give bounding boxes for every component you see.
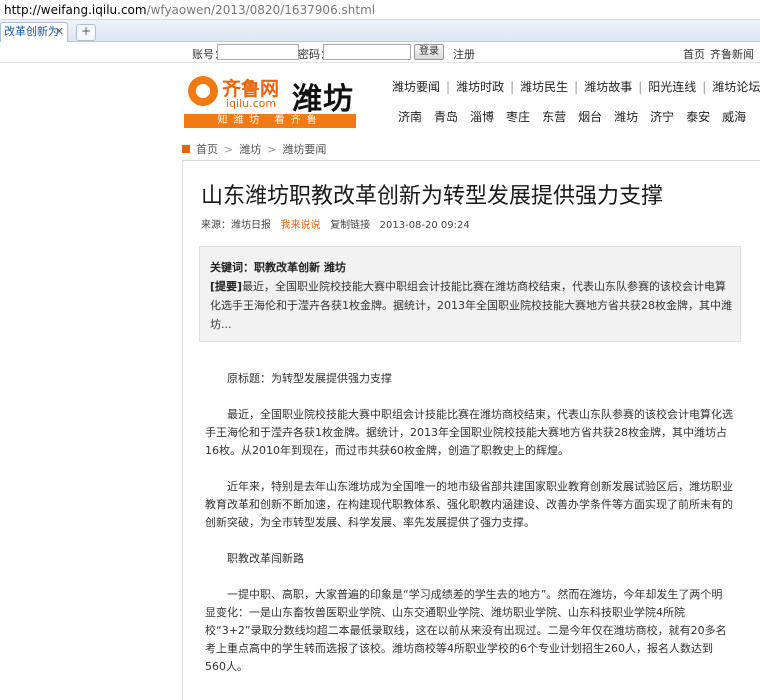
breadcrumb-home[interactable]: 首页 [196,143,218,156]
city-link[interactable]: 泰安 [686,110,710,124]
breadcrumb: 首页 > 潍坊 > 潍坊要闻 [182,142,760,161]
article-meta: 来源：潍坊日报 我来说说 复制链接 2013-08-20 09:24 [201,216,470,231]
breadcrumb-section[interactable]: 潍坊要闻 [282,143,326,156]
paragraph: 近年来，特别是去年山东潍坊成为全国唯一的地市级省部共建国家职业教育创新发展试验区… [205,480,733,529]
nav-item[interactable]: 潍坊时政 [456,80,504,94]
url-host: http://weifang.iqilu.com [4,3,147,17]
abstract: [提要]最近，全国职业院校技能大赛中职组会计技能比赛在潍坊商校结束，代表山东队参… [210,277,734,334]
city-link[interactable]: 烟台 [578,110,602,124]
account-input[interactable] [217,44,299,60]
tab-label: 改革创新为 [4,25,59,38]
paragraph: 一提中职、高职，大家普遍的印象是“学习成绩差的学生去的地方”。然而在潍坊，今年却… [205,588,727,673]
site-header: 齐鲁网 iqilu.com 潍坊 知潍坊 看齐鲁 潍坊要闻 | 潍坊时政 | 潍坊民生 |… [180,70,760,132]
nav-item[interactable]: 阳光连线 [648,80,696,94]
keywords: 关键词：职教改革创新 潍坊 [210,261,346,274]
breadcrumb-city[interactable]: 潍坊 [239,143,261,156]
copy-link-button[interactable]: 复制链接 [330,220,370,231]
close-icon[interactable]: ✕ [55,23,64,41]
nav-item[interactable]: 潍坊论坛 [712,80,760,94]
login-bar: 账号： 密码： 登录 注册 首页 齐鲁新闻 [0,42,760,63]
city-link[interactable]: 淄博 [470,110,494,124]
subheading: 职教改革闯新路 [227,552,304,565]
site-city: 潍坊 [292,82,354,117]
abstract-label: [提要] [210,280,243,293]
article-date: 2013-08-20 09:24 [379,220,470,231]
logo-domain: iqilu.com [226,97,277,110]
city-link[interactable]: 威海 [722,110,746,124]
original-title: 原标题：为转型发展提供强力支撑 [227,372,392,385]
city-link[interactable]: 东营 [542,110,566,124]
article-title: 山东潍坊职教改革创新为转型发展提供强力支撑 [201,184,664,209]
new-tab-button[interactable]: + [76,24,96,41]
register-link[interactable]: 注册 [453,46,475,62]
nav-item[interactable]: 潍坊要闻 [392,80,440,94]
article-source: 来源：潍坊日报 [201,220,271,231]
article-body: 原标题：为转型发展提供强力支撑 最近，全国职业院校技能大赛中职组会计技能比赛在潍… [205,370,733,676]
news-link[interactable]: 齐鲁新闻 [710,46,754,62]
slogan: 知潍坊 看齐鲁 [184,114,356,128]
password-input[interactable] [323,44,411,60]
comment-link[interactable]: 我来说说 [281,220,321,231]
city-nav: 济南青岛淄博枣庄东营烟台潍坊济宁泰安威海日照 [398,108,760,125]
paragraph: 最近，全国职业院校技能大赛中职组会计技能比赛在潍坊商校结束，代表山东队参赛的该校… [205,408,733,457]
city-link[interactable]: 济南 [398,110,422,124]
logo-icon[interactable] [188,76,218,106]
tab-article[interactable]: 改革创新为 ✕ [0,22,68,42]
address-bar[interactable]: http://weifang.iqilu.com/wfyaowen/2013/0… [0,0,760,20]
city-link[interactable]: 潍坊 [614,110,638,124]
login-button[interactable]: 登录 [414,44,444,60]
nav-item[interactable]: 潍坊故事 [584,80,632,94]
city-link[interactable]: 青岛 [434,110,458,124]
url-path: /wfyaowen/2013/0820/1637906.shtml [146,3,376,17]
summary-box: 关键词：职教改革创新 潍坊 [提要]最近，全国职业院校技能大赛中职组会计技能比赛… [199,246,741,342]
home-link[interactable]: 首页 [683,46,705,62]
tab-bar: 改革创新为 ✕ + [0,20,760,42]
city-link[interactable]: 济宁 [650,110,674,124]
primary-nav: 潍坊要闻 | 潍坊时政 | 潍坊民生 | 潍坊故事 | 阳光连线 | 潍坊论坛 [392,80,760,94]
city-link[interactable]: 枣庄 [506,110,530,124]
breadcrumb-marker-icon [182,145,190,153]
nav-item[interactable]: 潍坊民生 [520,80,568,94]
abstract-text: 最近，全国职业院校技能大赛中职组会计技能比赛在潍坊商校结束，代表山东队参赛的该校… [210,280,732,331]
article: 山东潍坊职教改革创新为转型发展提供强力支撑 来源：潍坊日报 我来说说 复制链接 … [182,160,760,700]
